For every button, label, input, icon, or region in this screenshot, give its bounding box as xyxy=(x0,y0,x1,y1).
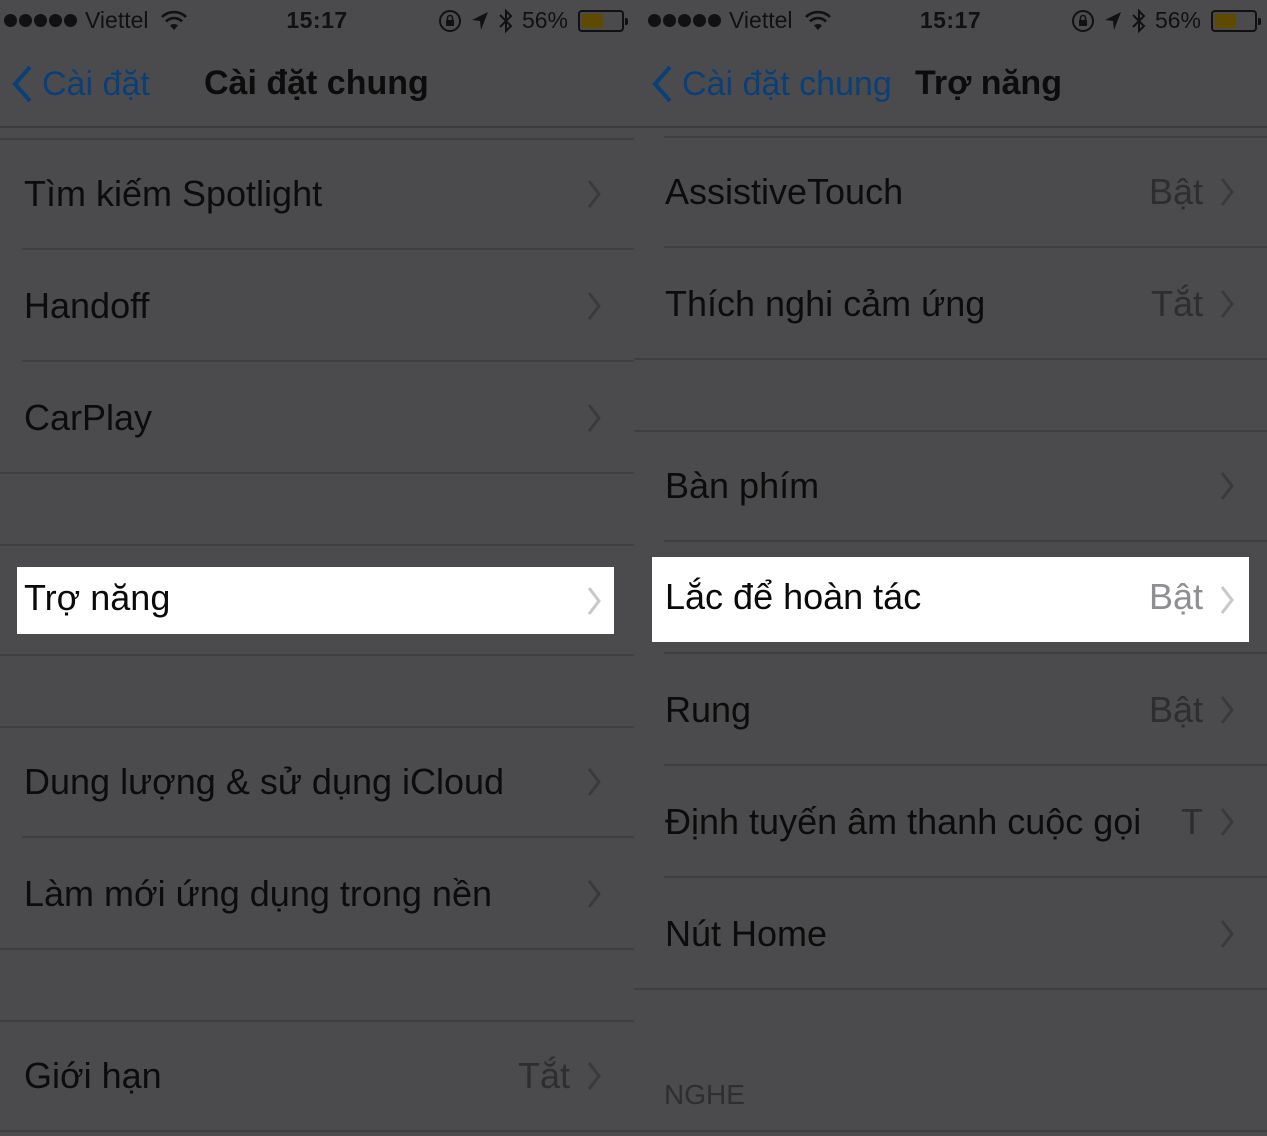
list-item-label: Bàn phím xyxy=(665,465,820,506)
back-button[interactable]: Cài đặt xyxy=(10,64,150,104)
list-item-label: Giới hạn xyxy=(24,1055,162,1096)
list-item-value: T xyxy=(1181,801,1203,842)
battery-fill xyxy=(1215,13,1237,28)
list-item-label: Lắc để hoàn tác xyxy=(665,576,922,617)
list-item-assistivetouch[interactable]: AssistiveTouch Bật xyxy=(634,136,1267,248)
chevron-right-icon xyxy=(587,586,601,615)
list-item-restrictions[interactable]: Giới hạn Tắt xyxy=(0,1020,634,1132)
chevron-right-icon xyxy=(1220,696,1234,724)
page-title: Cài đặt chung xyxy=(204,64,429,102)
chevron-right-icon xyxy=(587,880,601,908)
bluetooth-icon xyxy=(499,8,513,33)
chevron-left-icon xyxy=(652,65,672,103)
divider xyxy=(634,988,1267,990)
back-button[interactable]: Cài đặt chung xyxy=(650,64,892,104)
list-item-background-refresh[interactable]: Làm mới ứng dụng trong nền xyxy=(0,838,634,950)
rotation-lock-icon xyxy=(1071,9,1094,32)
list-item-icloud-storage[interactable]: Dung lượng & sử dụng iCloud xyxy=(0,726,634,838)
list-item-keyboard[interactable]: Bàn phím xyxy=(634,430,1267,542)
divider xyxy=(0,948,634,950)
chevron-right-icon xyxy=(1220,178,1234,206)
navigation-bar: Cài đặt Cài đặt chung xyxy=(0,42,634,128)
list-item-label: Rung xyxy=(665,689,752,730)
divider xyxy=(0,1130,634,1132)
chevron-right-icon xyxy=(1220,472,1234,500)
clock: 15:17 xyxy=(919,7,982,33)
chevron-right-icon xyxy=(1220,808,1234,836)
chevron-right-icon xyxy=(587,292,601,320)
list-item-label: Tìm kiếm Spotlight xyxy=(24,173,323,214)
battery-percent: 56% xyxy=(521,7,568,33)
list-item-touch-accommodations[interactable]: Thích nghi cảm ứng Tắt xyxy=(634,248,1267,360)
list-item-value: Bật xyxy=(1148,689,1203,730)
status-bar: Viettel 15:17 56% xyxy=(0,0,634,42)
status-bar: Viettel 15:17 56% xyxy=(634,0,1267,42)
list-item-value: Tắt xyxy=(517,1055,570,1096)
divider xyxy=(0,654,634,656)
bluetooth-icon xyxy=(1132,8,1146,33)
list-item-accessibility[interactable]: Trợ năng xyxy=(17,567,614,634)
divider xyxy=(0,544,634,546)
list-item-label: Trợ năng xyxy=(24,577,171,618)
clock: 15:17 xyxy=(286,7,348,33)
chevron-right-icon xyxy=(1220,585,1234,614)
list-item-carplay[interactable]: CarPlay xyxy=(0,362,634,474)
list-item-label: Dung lượng & sử dụng iCloud xyxy=(24,761,505,802)
list-item-spotlight[interactable]: Tìm kiếm Spotlight xyxy=(0,138,634,250)
chevron-right-icon xyxy=(1220,920,1234,948)
divider xyxy=(0,472,634,474)
list-item-label: Làm mới ứng dụng trong nền xyxy=(24,873,492,914)
list-item-label: Nút Home xyxy=(665,913,828,954)
list-item-value: Bật xyxy=(1148,171,1203,212)
chevron-right-icon xyxy=(587,404,601,432)
navigation-bar: Cài đặt chung Trợ năng xyxy=(634,42,1267,128)
list-item-value: Bật xyxy=(1148,576,1203,617)
back-label: Cài đặt chung xyxy=(682,64,892,103)
chevron-right-icon xyxy=(587,180,601,208)
location-arrow-icon xyxy=(471,11,488,30)
battery-icon xyxy=(1211,9,1261,32)
list-item-label: Thích nghi cảm ứng xyxy=(665,283,986,324)
list-item-label: Handoff xyxy=(24,285,150,326)
page-title: Trợ năng xyxy=(915,64,1062,102)
divider xyxy=(634,1130,1267,1132)
list-item-vibration[interactable]: Rung Bật xyxy=(634,654,1267,766)
list-item-home-button[interactable]: Nút Home xyxy=(634,878,1267,990)
list-item-shake-to-undo[interactable]: Lắc để hoàn tác Bật xyxy=(652,557,1249,642)
rotation-lock-icon xyxy=(438,9,461,32)
divider xyxy=(664,540,1267,542)
chevron-right-icon xyxy=(587,768,601,796)
section-header-hearing: NGHE xyxy=(664,1079,745,1110)
list-item-label: CarPlay xyxy=(24,397,153,438)
back-label: Cài đặt xyxy=(42,64,150,103)
divider xyxy=(634,358,1267,360)
location-arrow-icon xyxy=(1104,11,1121,30)
list-item-label: AssistiveTouch xyxy=(665,171,904,212)
chevron-right-icon xyxy=(1220,290,1234,318)
battery-percent: 56% xyxy=(1154,7,1201,33)
left-screen: Viettel 15:17 56% Cài đặt Cài đặt chung … xyxy=(0,0,634,1136)
battery-icon xyxy=(578,9,628,32)
chevron-right-icon xyxy=(587,1062,601,1090)
list-item-value: Tắt xyxy=(1150,283,1203,324)
list-item-label: Định tuyến âm thanh cuộc gọi xyxy=(665,801,1142,842)
battery-fill xyxy=(582,13,604,28)
list-item-call-audio-routing[interactable]: Định tuyến âm thanh cuộc gọi T xyxy=(634,766,1267,878)
chevron-left-icon xyxy=(12,65,32,103)
right-screen: Viettel 15:17 56% Cài đặt chung Trợ năng… xyxy=(634,0,1267,1136)
list-item-handoff[interactable]: Handoff xyxy=(0,250,634,362)
